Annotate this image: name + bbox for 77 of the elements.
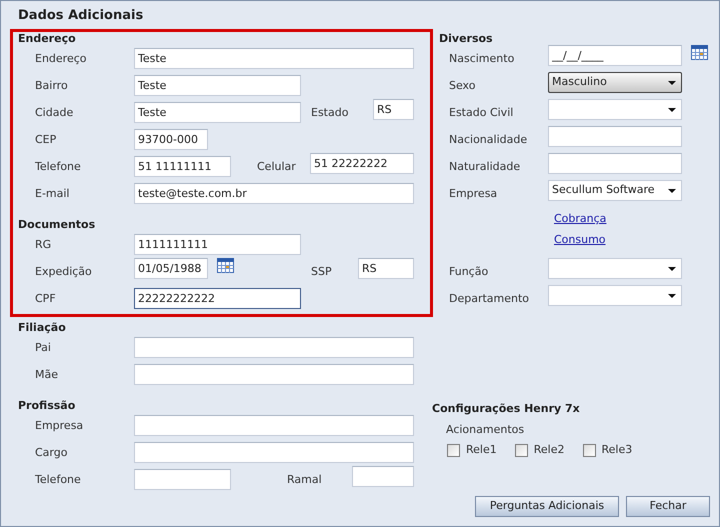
input-field[interactable]: Teste	[134, 102, 301, 123]
dropdown[interactable]	[548, 258, 682, 279]
dialog-title: Dados Adicionais	[18, 8, 144, 24]
caret-icon	[668, 266, 676, 270]
calendar-icon[interactable]	[217, 258, 234, 273]
field-label: Estado Civil	[449, 105, 514, 121]
field-label: Cidade	[35, 105, 74, 121]
calendar-icon[interactable]	[691, 45, 708, 60]
checkbox-label: Rele3	[602, 443, 632, 457]
checkbox[interactable]	[447, 444, 460, 456]
field-label: Celular	[257, 159, 297, 175]
section-heading: Diversos	[439, 32, 494, 45]
section-heading: Filiação	[18, 321, 67, 334]
field-label: Sexo	[449, 78, 476, 94]
input-field[interactable]: 01/05/1988	[134, 258, 208, 279]
section-heading: Endereço	[18, 32, 77, 45]
dropdown[interactable]	[548, 99, 682, 120]
input-field[interactable]: RS	[358, 258, 414, 279]
dropdown[interactable]	[548, 285, 682, 306]
input-field[interactable]: 51 11111111	[134, 156, 231, 177]
input-field[interactable]: 51 22222222	[310, 153, 414, 174]
field-label: Empresa	[449, 186, 498, 202]
field-label: Telefone	[35, 472, 82, 488]
field-label: Expedição	[35, 264, 93, 280]
field-label: Pai	[35, 340, 52, 356]
input-field[interactable]	[134, 442, 414, 463]
dropdown[interactable]: Secullum Software	[548, 180, 682, 201]
dialog-button[interactable]: Perguntas Adicionais	[475, 496, 619, 517]
field-label: E-mail	[35, 186, 70, 202]
input-field[interactable]: teste@teste.com.br	[134, 183, 414, 204]
input-field[interactable]	[134, 364, 414, 385]
field-label: Função	[449, 264, 490, 280]
section-heading: Profissão	[18, 399, 76, 412]
caret-icon	[668, 294, 676, 298]
field-label: Endereço	[35, 51, 88, 67]
input-field[interactable]	[134, 415, 414, 436]
caret-icon	[668, 188, 676, 192]
field-label: CEP	[35, 132, 58, 148]
input-field[interactable]: __/__/____	[548, 45, 682, 66]
checkbox-label: Rele2	[534, 443, 564, 457]
field-label: Nacionalidade	[449, 132, 528, 148]
field-label: Cargo	[35, 445, 68, 461]
input-field[interactable]: Teste	[134, 48, 414, 69]
field-label: Bairro	[35, 78, 69, 94]
field-label: Mãe	[35, 367, 59, 383]
checkbox-label: Rele1	[466, 443, 497, 457]
field-label: SSP	[311, 264, 333, 280]
field-label: RG	[35, 237, 52, 253]
field-label: CPF	[35, 291, 57, 307]
input-field[interactable]: 1111111111	[134, 234, 301, 255]
dropdown[interactable]: Masculino	[548, 72, 682, 93]
field-label: Empresa	[35, 418, 84, 434]
field-label: Nascimento	[449, 51, 516, 67]
field-label: Departamento	[449, 291, 530, 307]
input-field[interactable]	[134, 337, 414, 358]
input-field[interactable]: 93700-000	[134, 129, 208, 150]
input-field[interactable]	[134, 469, 231, 490]
checkbox[interactable]	[582, 444, 596, 456]
section-heading: Configurações Henry 7x	[432, 402, 581, 416]
input-field[interactable]	[548, 153, 682, 174]
section-heading: Documentos	[18, 218, 96, 231]
caret-icon	[668, 108, 676, 112]
field-label: Naturalidade	[449, 159, 522, 175]
dialog-button[interactable]: Fechar	[626, 496, 710, 517]
field-label: Ramal	[287, 472, 323, 488]
field-label: Estado	[311, 105, 350, 121]
link[interactable]: Cobrança	[554, 212, 606, 233]
input-field[interactable]	[548, 126, 682, 147]
input-field[interactable]: RS	[373, 99, 414, 120]
caret-icon	[668, 80, 676, 84]
input-field[interactable]: Teste	[134, 75, 301, 96]
link[interactable]: Consumo	[554, 233, 606, 254]
field-label: Telefone	[35, 159, 82, 175]
checkbox[interactable]	[514, 444, 528, 456]
input-field[interactable]	[352, 466, 414, 487]
input-field[interactable]: 22222222222	[134, 288, 301, 309]
group-label: Acionamentos	[446, 423, 526, 437]
